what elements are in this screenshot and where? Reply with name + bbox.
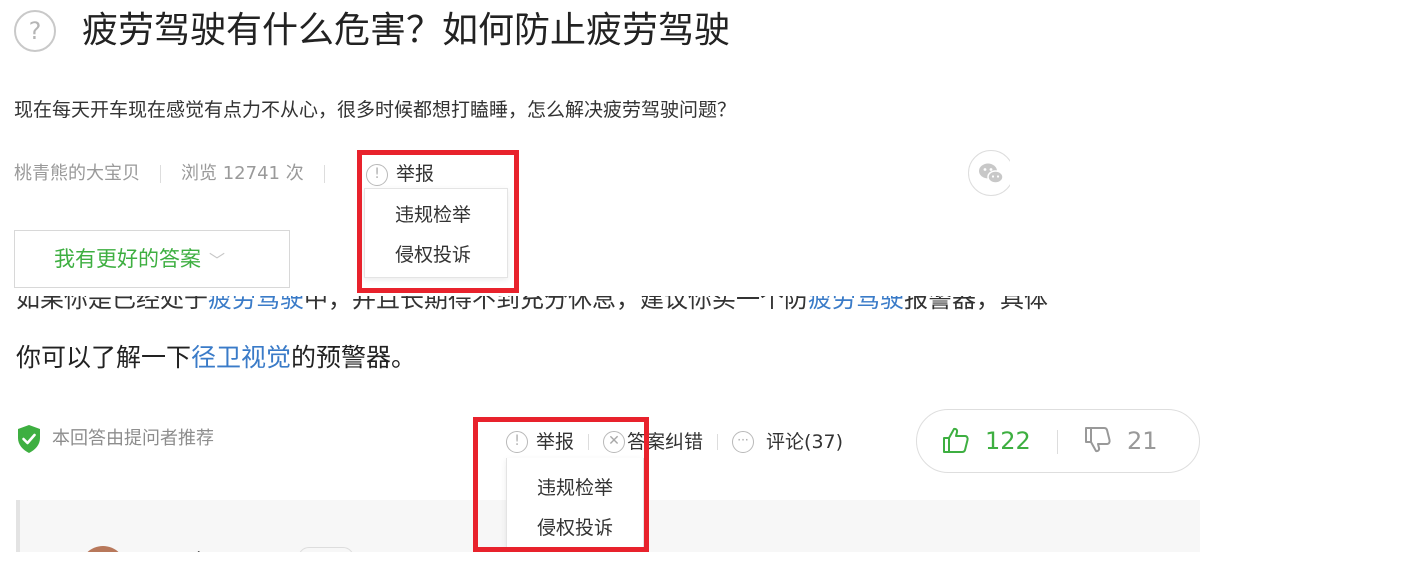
comment-icon: ··· (732, 431, 755, 453)
highlight-box (473, 417, 649, 552)
screenshot-bottom-edge (0, 552, 1404, 586)
answer-text: 的预警器。 (291, 343, 417, 372)
chevron-down-icon: ﹀ (209, 251, 226, 270)
keyword-link[interactable]: 疲劳驾驶 (208, 296, 304, 313)
thumbs-up-icon (943, 427, 969, 453)
like-count: 122 (985, 427, 1031, 455)
like-button[interactable]: 122 (941, 425, 1031, 457)
better-answer-button[interactable]: 我有更好的答案 ﹀ (14, 230, 290, 288)
divider (1057, 430, 1058, 454)
wechat-icon (979, 163, 1004, 184)
question-description: 现在每天开车现在感觉有点力不从心，很多时候都想打瞌睡，怎么解决疲劳驾驶问题？ (14, 99, 737, 121)
answer-text-line: 你可以了解一下径卫视觉的预警器。 (16, 340, 416, 376)
question-meta: 桃青熊的大宝贝 浏览 12741 次 (14, 160, 325, 188)
highlight-box (357, 150, 519, 293)
better-answer-label: 我有更好的答案 (54, 247, 201, 271)
share-area-edge (1010, 140, 1040, 210)
recommended-badge: 本回答由提问者推荐 (16, 424, 214, 454)
divider (160, 165, 161, 183)
question-title: 疲劳驾驶有什么危害？如何防止疲劳驾驶 (82, 10, 731, 51)
view-count: 浏览 12741 次 (181, 163, 304, 184)
thumbs-down-icon (1085, 427, 1111, 453)
dislike-button[interactable]: 21 (1083, 425, 1158, 457)
divider (323, 165, 325, 183)
answer-text: 如果你是已经处于 (16, 296, 208, 313)
comment-button[interactable]: ··· 评论(37) (732, 427, 843, 457)
recommended-label: 本回答由提问者推荐 (52, 428, 214, 449)
question-icon: ? (14, 10, 56, 52)
product-link[interactable]: 径卫视觉 (191, 343, 291, 372)
shield-check-icon (18, 425, 40, 453)
keyword-link[interactable]: 疲劳驾驶 (808, 296, 904, 313)
wechat-share-button[interactable] (968, 150, 1014, 196)
author-link[interactable]: 桃青熊的大宝贝 (14, 163, 140, 184)
comment-label: 评论(37) (766, 430, 844, 453)
divider (717, 433, 719, 450)
vote-widget: 122 21 (916, 409, 1200, 473)
answer-text: 中，并且长期得不到充分休息，建议你买一个防 (304, 296, 808, 313)
answer-text: 你可以了解一下 (16, 343, 192, 372)
answer-text-covered-line: 如果你是已经处于疲劳驾驶中，并且长期得不到充分休息，建议你买一个防疲劳驾驶报警器… (16, 296, 1196, 318)
answer-text: 报警器，具体 (904, 296, 1048, 313)
dislike-count: 21 (1127, 427, 1158, 455)
